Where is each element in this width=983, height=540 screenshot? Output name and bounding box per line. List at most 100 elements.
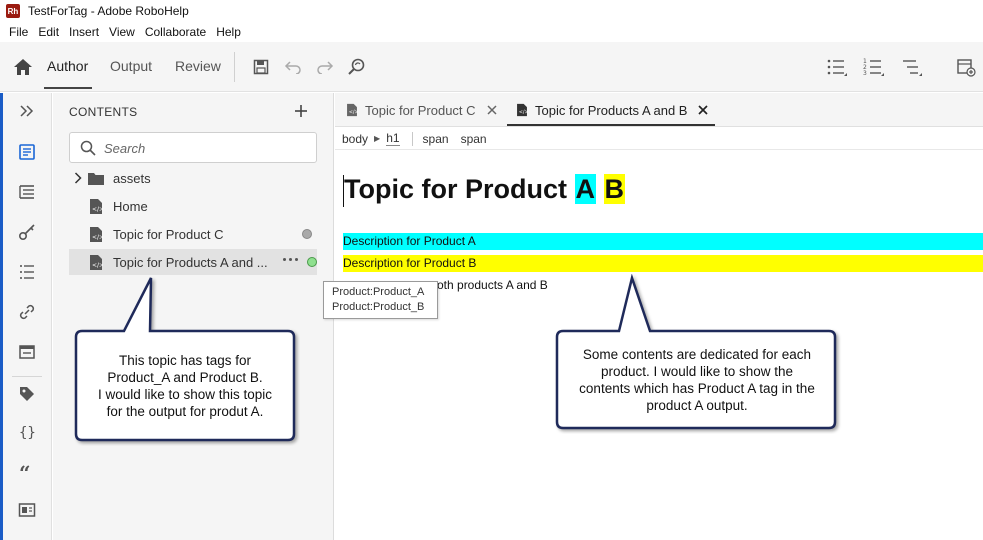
tree-item-assets[interactable]: assets <box>69 165 317 191</box>
chevron-right-icon[interactable] <box>69 170 87 186</box>
snippets-quote-icon[interactable]: “ <box>16 461 38 483</box>
breadcrumb-h1[interactable]: h1 <box>386 131 400 146</box>
svg-text:“: “ <box>19 463 31 481</box>
tab-author[interactable]: Author <box>47 58 88 74</box>
close-icon[interactable] <box>484 102 500 118</box>
tree-item-label: Home <box>113 198 148 214</box>
svg-text:</>: </> <box>92 206 103 213</box>
redo-icon[interactable] <box>313 55 337 79</box>
contents-icon[interactable] <box>16 141 38 163</box>
description-product-a[interactable]: Description for Product A <box>343 233 983 250</box>
menu-view[interactable]: View <box>104 25 140 39</box>
menu-insert[interactable]: Insert <box>64 25 104 39</box>
menu-file[interactable]: File <box>4 25 33 39</box>
key-icon[interactable] <box>16 221 38 243</box>
toolbar-divider <box>234 52 235 82</box>
search-box <box>69 132 317 163</box>
element-breadcrumb: body ▶ h1 span span <box>335 128 983 150</box>
title-bar: Rh TestForTag - Adobe RoboHelp <box>0 0 983 22</box>
save-icon[interactable] <box>249 55 273 79</box>
tree-item-home[interactable]: </> Home <box>69 193 317 219</box>
callout-line: contents which has Product A tag in the <box>579 381 815 396</box>
editor-tab-product-c[interactable]: </> Topic for Product C <box>345 93 500 127</box>
callout-line: I would like to show this topic <box>97 387 273 402</box>
variables-icon[interactable]: {} <box>16 421 38 443</box>
search-icon <box>80 140 96 156</box>
menu-bar: File Edit Insert View Collaborate Help <box>0 22 246 42</box>
body-paragraph[interactable]: oth products A and B <box>437 278 548 292</box>
callout-right: Some contents are dedicated for each pro… <box>553 274 843 434</box>
heading-highlight-b[interactable]: B <box>603 174 626 204</box>
folder-icon <box>87 169 105 187</box>
heading-highlight-a[interactable]: A <box>574 174 596 204</box>
menu-help[interactable]: Help <box>211 25 246 39</box>
tab-output[interactable]: Output <box>110 58 152 74</box>
close-icon[interactable] <box>695 102 711 118</box>
left-icon-rail: {} “ <box>0 93 52 540</box>
undo-icon[interactable] <box>281 55 305 79</box>
callout-line: for the output for produt A. <box>106 404 264 419</box>
tree-item-topic-product-c[interactable]: </> Topic for Product C <box>69 221 317 247</box>
toc-icon[interactable] <box>16 181 38 203</box>
topic-file-icon: </> <box>87 197 105 215</box>
breadcrumb-span[interactable]: span <box>423 132 449 146</box>
description-product-b[interactable]: Description for Product B <box>343 255 983 272</box>
numbered-list-icon[interactable]: 123 <box>862 55 886 79</box>
svg-text:</>: </> <box>349 110 359 116</box>
index-list-icon[interactable] <box>16 261 38 283</box>
breadcrumb-arrow-icon: ▶ <box>374 134 381 143</box>
robohelp-logo-icon: Rh <box>6 4 20 18</box>
active-tab-indicator <box>44 87 92 89</box>
topic-file-icon: </> <box>347 103 359 117</box>
topic-file-icon: </> <box>87 253 105 271</box>
callout-left: This topic has tags for Product_A and Pr… <box>72 274 300 446</box>
links-icon[interactable] <box>16 301 38 323</box>
master-pages-icon[interactable] <box>16 341 38 363</box>
heading-text: Topic for Product <box>344 174 575 204</box>
breadcrumb-divider <box>411 131 413 146</box>
breadcrumb-body[interactable]: body <box>342 132 368 146</box>
tooltip-line: Product:Product_B <box>332 301 425 313</box>
add-icon[interactable] <box>291 101 311 121</box>
expand-panel-icon[interactable] <box>16 100 38 122</box>
callout-line: Some contents are dedicated for each <box>582 347 812 362</box>
window-title: TestForTag - Adobe RoboHelp <box>28 4 189 18</box>
more-options-icon[interactable] <box>283 258 298 261</box>
callout-line: product A output. <box>646 398 748 413</box>
menu-edit[interactable]: Edit <box>33 25 64 39</box>
tab-review[interactable]: Review <box>175 58 221 74</box>
editor-tab-label: Topic for Product C <box>365 102 476 118</box>
insert-snippet-icon[interactable] <box>954 55 978 79</box>
svg-text:</>: </> <box>92 234 103 241</box>
home-icon[interactable] <box>10 55 36 79</box>
glossary-card-icon[interactable] <box>16 499 38 521</box>
svg-text:{}: {} <box>19 425 36 441</box>
callout-right-text: Some contents are dedicated for each pro… <box>559 346 835 414</box>
topic-heading[interactable]: Topic for Product A B <box>343 174 626 207</box>
svg-text:</>: </> <box>519 110 529 116</box>
search-input[interactable] <box>104 138 304 158</box>
multilevel-list-icon[interactable] <box>900 55 924 79</box>
editor-tab-products-ab[interactable]: </> Topic for Products A and B <box>515 93 711 127</box>
tree-item-label: Topic for Product C <box>113 226 224 242</box>
status-dot-green <box>307 257 317 267</box>
status-dot-gray <box>302 229 312 239</box>
find-replace-icon[interactable] <box>345 55 369 79</box>
callout-left-text: This topic has tags for Product_A and Pr… <box>78 352 292 420</box>
callout-line: This topic has tags for <box>118 353 252 368</box>
tree-item-topic-products-ab[interactable]: </> Topic for Products A and ... <box>69 249 317 275</box>
main-toolbar: Author Output Review 123 <box>0 42 983 92</box>
tag-icon[interactable] <box>16 383 38 405</box>
breadcrumb-span[interactable]: span <box>461 132 487 146</box>
panel-title: CONTENTS <box>69 105 138 119</box>
rail-divider <box>12 376 42 377</box>
editor-tab-label: Topic for Products A and B <box>535 102 688 118</box>
editor-tab-bar: </> Topic for Product C </> Topic for Pr… <box>335 93 983 127</box>
callout-line: Product_A and Product B. <box>107 370 263 385</box>
topic-file-icon: </> <box>87 225 105 243</box>
topic-file-icon: </> <box>517 103 529 117</box>
callout-line: product. I would like to show the <box>600 364 794 379</box>
menu-collaborate[interactable]: Collaborate <box>140 25 211 39</box>
bullet-list-icon[interactable] <box>825 55 849 79</box>
rail-accent-bar <box>0 93 3 540</box>
